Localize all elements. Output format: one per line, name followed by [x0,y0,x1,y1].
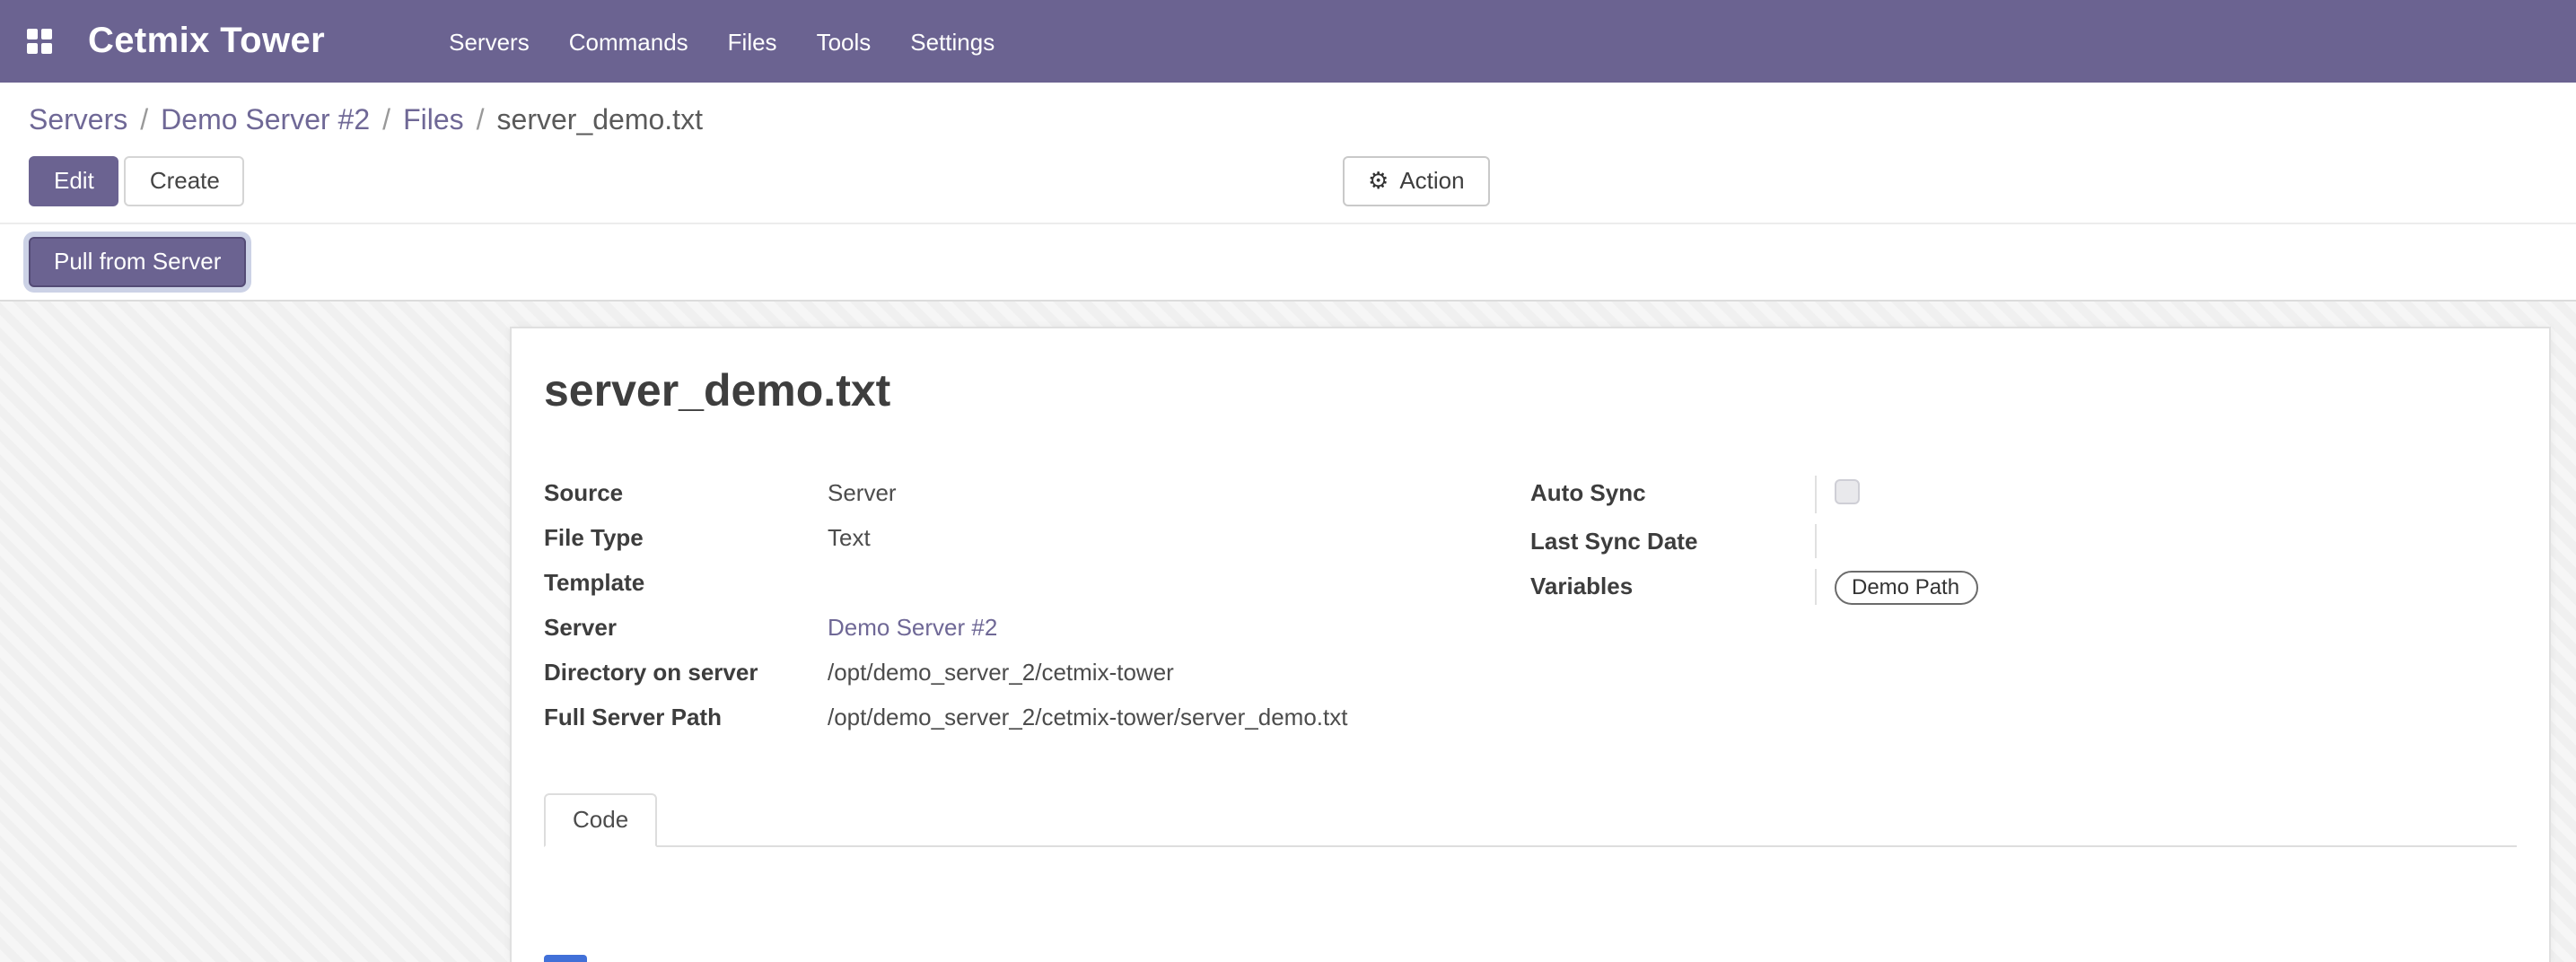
auto-sync-checkbox[interactable] [1834,479,1859,504]
field-row-auto-sync: Auto Sync [1530,470,2517,519]
nav-item-tools[interactable]: Tools [797,15,891,67]
control-panel: Servers / Demo Server #2 / Files / server_demo… [0,83,2576,223]
breadcrumb-separator: / [382,106,390,136]
breadcrumb-link-demo-server[interactable]: Demo Server #2 [161,106,370,136]
breadcrumb-separator: / [477,106,485,136]
brand-title[interactable]: Cetmix Tower [88,21,325,62]
control-panel-buttons: Edit Create ⚙ Action [29,156,2547,223]
navbar-menu: Servers Commands Files Tools Settings [429,15,1014,67]
tab-code[interactable]: Code [544,793,657,847]
nav-item-files[interactable]: Files [708,15,797,67]
field-label: Source [544,476,828,510]
nav-item-commands[interactable]: Commands [549,15,708,67]
nav-item-settings[interactable]: Settings [890,15,1014,67]
field-row-server: Server Demo Server #2 [544,605,1530,650]
form-view-background: server_demo.txt Source Server File Type … [0,302,2576,962]
breadcrumb-link-servers[interactable]: Servers [29,106,127,136]
auto-sync-value [1814,476,2517,513]
directory-value: /opt/demo_server_2/cetmix-tower [828,655,1530,689]
variable-tag-demo-path[interactable]: Demo Path [1834,571,1977,605]
field-row-directory: Directory on server /opt/demo_server_2/c… [544,650,1530,695]
record-title: server_demo.txt [544,364,2517,420]
breadcrumb-separator: / [140,106,148,136]
field-label: File Type [544,520,828,555]
last-sync-date-value [1814,524,2517,558]
create-button[interactable]: Create [125,156,245,206]
field-label: Last Sync Date [1530,524,1814,558]
file-type-value: Text [828,520,1530,555]
code-editor-gutter [544,955,587,962]
server-value: Demo Server #2 [828,610,1530,644]
field-label: Full Server Path [544,700,828,734]
field-row-variables: Variables Demo Path [1530,564,2517,610]
template-value [828,565,1530,599]
breadcrumb: Servers / Demo Server #2 / Files / server_demo… [29,93,2547,156]
action-menu-button[interactable]: ⚙ Action [1343,156,1490,206]
field-label: Template [544,565,828,599]
server-link[interactable]: Demo Server #2 [828,614,997,641]
edit-button[interactable]: Edit [29,156,119,206]
field-group-left: Source Server File Type Text Template Se… [544,470,1530,739]
variables-value: Demo Path [1814,569,2517,605]
source-value: Server [828,476,1530,510]
tab-code-content [544,847,2517,962]
breadcrumb-link-files[interactable]: Files [403,106,464,136]
full-path-value: /opt/demo_server_2/cetmix-tower/server_d… [828,700,1530,734]
gear-icon: ⚙ [1368,169,1389,194]
nav-item-servers[interactable]: Servers [429,15,549,67]
field-groups: Source Server File Type Text Template Se… [544,470,2517,739]
app-window: Cetmix Tower Servers Commands Files Tool… [0,0,2576,962]
field-row-template: Template [544,560,1530,605]
apps-grid-square [27,29,38,39]
apps-grid-square [41,29,52,39]
field-label: Auto Sync [1530,476,1814,510]
apps-grid-square [27,43,38,54]
field-label: Directory on server [544,655,828,689]
top-navbar: Cetmix Tower Servers Commands Files Tool… [0,0,2576,83]
form-sheet: server_demo.txt Source Server File Type … [510,327,2551,962]
apps-grid-square [41,43,52,54]
field-row-source: Source Server [544,470,1530,515]
form-statusbar: Pull from Server [0,223,2576,302]
action-menu-label: Action [1399,167,1464,196]
field-label: Server [544,610,828,644]
apps-grid-icon[interactable] [27,29,52,54]
field-row-last-sync-date: Last Sync Date [1530,519,2517,564]
pull-from-server-button[interactable]: Pull from Server [29,237,246,287]
field-row-full-path: Full Server Path /opt/demo_server_2/cetm… [544,695,1530,739]
field-group-right: Auto Sync Last Sync Date Variables Demo … [1530,470,2517,739]
breadcrumb-current: server_demo.txt [497,106,703,136]
notebook-tabs: Code [544,793,2517,847]
field-row-file-type: File Type Text [544,515,1530,560]
field-label: Variables [1530,569,1814,603]
